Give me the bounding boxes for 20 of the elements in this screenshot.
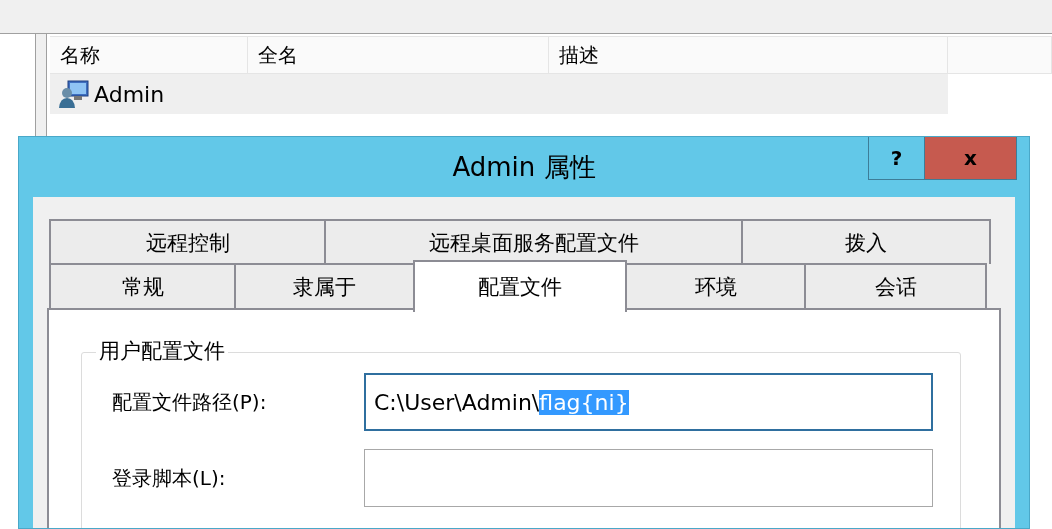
tab[interactable]: 远程桌面服务配置文件 bbox=[324, 219, 743, 264]
input-field[interactable] bbox=[364, 449, 933, 507]
tab[interactable]: 拨入 bbox=[741, 219, 991, 264]
column-header[interactable]: 全名 bbox=[248, 36, 549, 74]
user-computer-icon bbox=[58, 79, 90, 109]
dialog-title: Admin 属性 bbox=[452, 150, 596, 184]
close-button[interactable]: x bbox=[925, 137, 1017, 180]
column-header[interactable]: 名称 bbox=[50, 36, 248, 74]
tab[interactable]: 会话 bbox=[804, 263, 987, 308]
tab[interactable]: 常规 bbox=[49, 263, 236, 308]
tab[interactable]: 环境 bbox=[625, 263, 806, 308]
user-name: Admin bbox=[94, 81, 165, 107]
tab[interactable]: 隶属于 bbox=[234, 263, 415, 308]
column-header[interactable]: 描述 bbox=[549, 36, 948, 74]
help-button[interactable]: ? bbox=[868, 137, 925, 180]
tab[interactable]: 配置文件 bbox=[413, 260, 627, 312]
user-row[interactable]: Admin bbox=[50, 74, 948, 114]
tab[interactable]: 远程控制 bbox=[49, 219, 326, 264]
field-label: 登录脚本(L): bbox=[112, 464, 227, 492]
field-label: 配置文件路径(P): bbox=[112, 388, 268, 416]
